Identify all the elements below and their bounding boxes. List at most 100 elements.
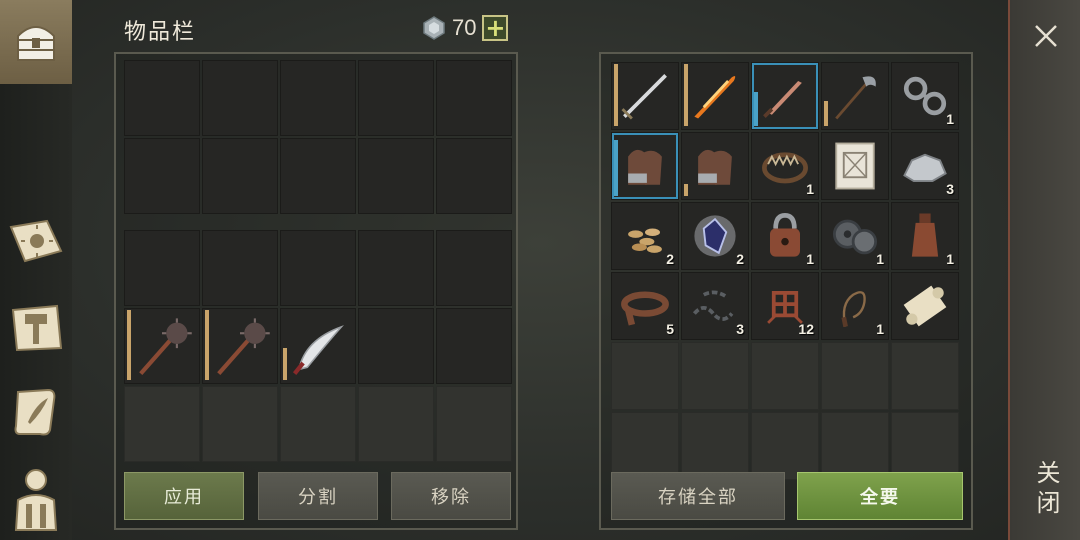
inventory-panel: 应用 分割 移除 xyxy=(114,52,518,530)
item-quantity: 12 xyxy=(798,321,814,337)
storage-slot[interactable] xyxy=(751,412,819,480)
storage-slot[interactable] xyxy=(821,62,889,130)
chest-icon xyxy=(17,26,55,61)
storage-grid: 1 1 3 2 2 1 1 1 5 3 12 1 xyxy=(611,62,959,480)
storage-slot[interactable]: 3 xyxy=(681,272,749,340)
item-quantity: 1 xyxy=(946,111,954,127)
storage-slot[interactable]: 2 xyxy=(681,202,749,270)
storage-slot[interactable] xyxy=(611,412,679,480)
blueprint-icon xyxy=(835,142,875,190)
storage-slot[interactable] xyxy=(891,412,959,480)
close-button[interactable]: 关闭 xyxy=(1028,460,1064,520)
take-all-button[interactable]: 全要 xyxy=(797,472,963,520)
inventory-slot[interactable] xyxy=(358,138,434,214)
storage-slot[interactable]: 1 xyxy=(821,272,889,340)
storage-slot[interactable] xyxy=(891,272,959,340)
storage-slot[interactable]: 5 xyxy=(611,272,679,340)
character-icon xyxy=(14,469,58,531)
storage-slot[interactable] xyxy=(891,342,959,410)
split-button[interactable]: 分割 xyxy=(258,472,378,520)
apply-button[interactable]: 应用 xyxy=(124,472,244,520)
inventory-slot[interactable] xyxy=(202,308,278,384)
storage-slot[interactable] xyxy=(821,342,889,410)
inventory-slot[interactable] xyxy=(280,60,356,136)
inventory-title: 物品栏 xyxy=(124,20,197,45)
nav-character-button[interactable] xyxy=(6,464,66,534)
scroll-icon xyxy=(903,285,947,327)
inventory-slot[interactable] xyxy=(358,60,434,136)
item-quantity: 3 xyxy=(736,321,744,337)
inventory-slot[interactable] xyxy=(202,230,278,306)
remove-button[interactable]: 移除 xyxy=(391,472,511,520)
storage-slot[interactable]: 1 xyxy=(821,202,889,270)
inventory-slot[interactable] xyxy=(124,308,200,384)
sword-icon xyxy=(621,74,667,120)
storage-slot[interactable] xyxy=(821,132,889,200)
item-quantity: 1 xyxy=(876,251,884,267)
currency: 70 + xyxy=(422,15,509,41)
item-quantity: 1 xyxy=(946,251,954,267)
storage-slot[interactable]: 1 xyxy=(891,62,959,130)
storage-slot[interactable] xyxy=(611,132,679,200)
storage-slot[interactable] xyxy=(681,132,749,200)
inventory-slot[interactable] xyxy=(202,386,278,462)
inventory-slot[interactable] xyxy=(436,386,512,462)
inventory-slot[interactable] xyxy=(436,230,512,306)
inventory-slot[interactable] xyxy=(436,60,512,136)
nav-crafting-button[interactable] xyxy=(6,298,66,358)
storage-slot[interactable] xyxy=(681,342,749,410)
storage-slot[interactable]: 2 xyxy=(611,202,679,270)
storage-slot[interactable]: 1 xyxy=(751,132,819,200)
item-quantity: 1 xyxy=(876,321,884,337)
inventory-slot[interactable] xyxy=(280,230,356,306)
inventory-slot[interactable] xyxy=(124,230,200,306)
inventory-slot[interactable] xyxy=(358,386,434,462)
inventory-grid-top xyxy=(124,60,512,214)
item-quantity: 1 xyxy=(806,251,814,267)
store-all-button[interactable]: 存储全部 xyxy=(611,472,785,520)
item-quantity: 3 xyxy=(946,181,954,197)
item-quantity: 1 xyxy=(806,181,814,197)
nav-journal-button[interactable] xyxy=(6,212,66,272)
inventory-slot[interactable] xyxy=(124,386,200,462)
inventory-slot[interactable] xyxy=(358,308,434,384)
storage-slot[interactable]: 12 xyxy=(751,272,819,340)
sun-book-icon xyxy=(9,219,63,263)
halberd-icon xyxy=(835,76,876,120)
close-panel: 关闭 xyxy=(1008,0,1080,540)
close-icon[interactable] xyxy=(1030,20,1062,52)
storage-slot[interactable] xyxy=(681,62,749,130)
storage-slot[interactable]: 1 xyxy=(891,202,959,270)
nav-quests-button[interactable] xyxy=(6,382,66,442)
inventory-slot[interactable] xyxy=(280,386,356,462)
inventory-slot[interactable] xyxy=(280,138,356,214)
inventory-slot[interactable] xyxy=(124,60,200,136)
storage-slot[interactable] xyxy=(821,412,889,480)
mace-icon xyxy=(139,318,192,376)
inventory-slot[interactable] xyxy=(280,308,356,384)
nav-inventory-tab[interactable] xyxy=(0,0,72,84)
gloves-icon xyxy=(698,149,732,185)
add-currency-button[interactable]: + xyxy=(482,15,509,41)
scimitar-icon xyxy=(292,325,344,375)
storage-slot[interactable] xyxy=(751,342,819,410)
inventory-slot[interactable] xyxy=(202,60,278,136)
inventory-slot[interactable] xyxy=(436,138,512,214)
storage-slot[interactable] xyxy=(681,412,749,480)
scroll-quill-icon xyxy=(14,388,56,436)
gloves-icon xyxy=(628,149,662,185)
storage-slot[interactable] xyxy=(611,62,679,130)
inventory-grid-bottom xyxy=(124,230,512,462)
storage-slot[interactable]: 1 xyxy=(751,202,819,270)
hammer-map-icon xyxy=(11,304,63,352)
item-quantity: 2 xyxy=(736,251,744,267)
mace-icon xyxy=(217,318,270,376)
inventory-slot[interactable] xyxy=(202,138,278,214)
inventory-slot[interactable] xyxy=(436,308,512,384)
storage-slot[interactable]: 3 xyxy=(891,132,959,200)
inventory-slot[interactable] xyxy=(124,138,200,214)
left-nav xyxy=(0,0,72,540)
storage-slot[interactable] xyxy=(751,62,819,130)
storage-slot[interactable] xyxy=(611,342,679,410)
inventory-slot[interactable] xyxy=(358,230,434,306)
